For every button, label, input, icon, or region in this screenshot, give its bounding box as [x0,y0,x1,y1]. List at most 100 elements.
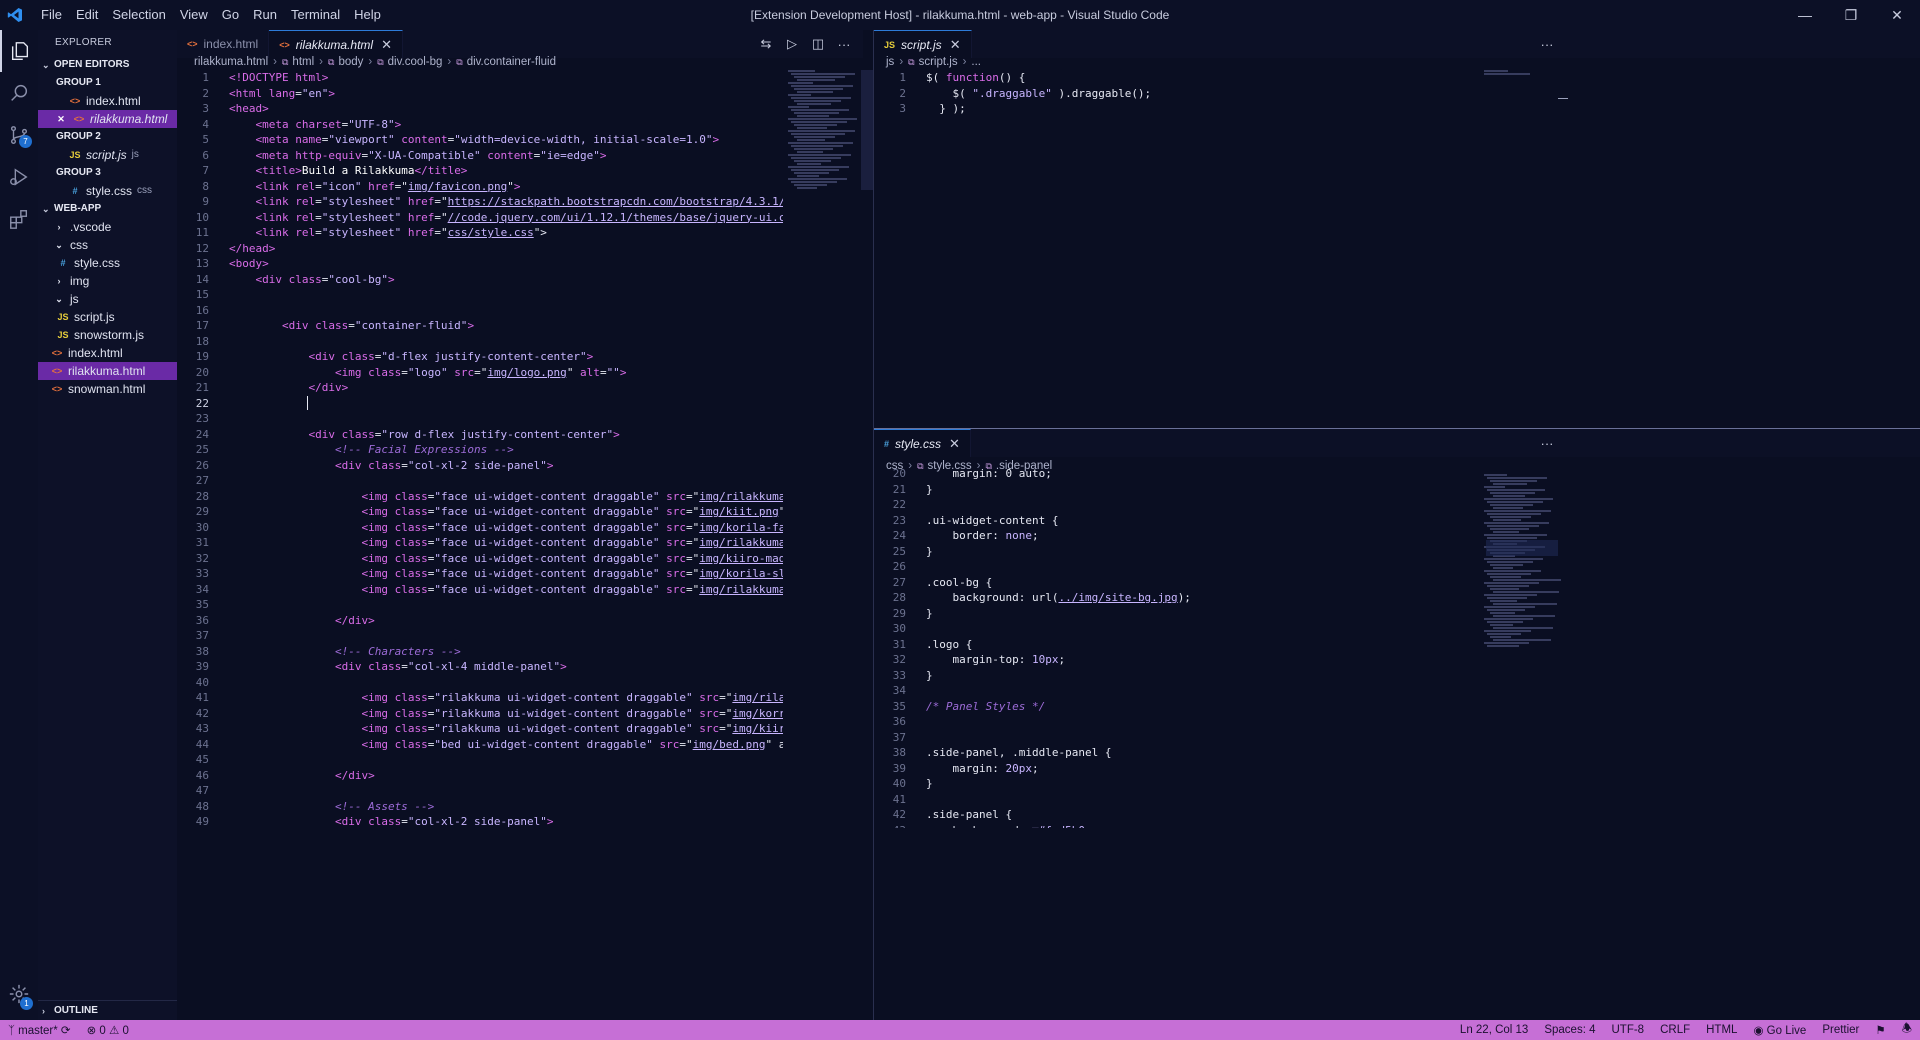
code-token: "bed ui-widget-content draggable" [434,737,653,751]
breadcrumb-item[interactable]: ⧉ div.container-fluid [456,53,556,71]
workspace-label: WEB-APP [54,203,102,214]
eol-status[interactable]: CRLF [1652,1024,1698,1036]
more-actions-icon[interactable]: ··· [1534,37,1560,52]
tree-item-index-html[interactable]: <> index.html [38,344,177,362]
breadcrumb-item[interactable]: js [886,53,894,71]
source-control-icon[interactable]: 7 [0,114,38,156]
menu-selection[interactable]: Selection [105,0,172,30]
minimap[interactable] [788,70,862,200]
line-number: 38 [195,644,209,658]
code-token: "" [606,365,620,379]
explorer-icon[interactable] [0,30,38,72]
feedback-icon[interactable]: ⚑ [1867,1023,1893,1037]
minimap-line [794,76,845,78]
search-icon[interactable] [0,72,38,114]
tree-item--vscode[interactable]: › .vscode [38,218,177,236]
go-live-button[interactable]: ◉ Go Live [1745,1023,1814,1037]
tree-item-img[interactable]: › img [38,272,177,290]
tree-item-snowman-html[interactable]: <> snowman.html [38,380,177,398]
js-editor[interactable]: 1 $( function() {2 $( ".draggable" ).drag… [874,70,1554,410]
code-line: 3 <head> [177,101,783,117]
chevron-down-icon: ⌄ [42,204,50,214]
tree-item-style-css[interactable]: # style.css [38,254,177,272]
minimap-line [1484,606,1535,608]
close-icon[interactable]: ✕ [54,110,68,128]
manage-gear-icon[interactable]: 1 [0,976,38,1012]
extensions-icon[interactable] [0,198,38,240]
split-editor-icon[interactable]: ◫ [805,36,831,52]
tree-item-rilakkuma-html[interactable]: <> rilakkuma.html [38,362,177,380]
open-editor-item[interactable]: # style.css css [38,182,177,200]
html-editor[interactable]: 1 <!DOCTYPE html> 2 <html lang="en"> 3 <head>… [177,70,783,1020]
tree-item-script-js[interactable]: JS script.js [38,308,177,326]
tab-style-css[interactable]: # style.css ✕ [874,429,971,457]
problems-status[interactable]: ⊗ 0 ⚠ 0 [79,1023,137,1037]
outline-section[interactable]: › OUTLINE [38,1000,177,1020]
indentation-status[interactable]: Spaces: 4 [1536,1024,1603,1036]
close-window-button[interactable]: ✕ [1874,0,1920,30]
minimize-button[interactable]: — [1782,0,1828,30]
scrollbar-thumb[interactable] [861,70,873,190]
more-actions-icon[interactable]: ··· [831,37,857,52]
workspace-section[interactable]: ⌄ WEB-APP [38,200,177,218]
menu-bar: File Edit Selection View Go Run Terminal Help [34,0,388,30]
file-name: rilakkuma.html [90,112,168,126]
code-text: </div> [209,613,375,629]
tree-item-js[interactable]: ⌄ js [38,290,177,308]
encoding-status[interactable]: UTF-8 [1604,1024,1653,1036]
minimap-line [1487,561,1533,563]
breadcrumb-item[interactable]: ⧉ body [328,53,363,71]
notifications-icon[interactable]: 🕭 [1894,1021,1920,1040]
branch-status[interactable]: ᛉ master* ⟳ [0,1023,79,1037]
code-text: <body> [209,256,269,272]
css-editor[interactable]: 20 margin: 0 auto; 21} 22 23 .ui-widget-cont… [874,466,1474,828]
close-icon[interactable]: ✕ [949,436,960,452]
overview-ruler-mark [1558,98,1568,99]
run-debug-icon[interactable] [0,156,38,198]
code-line: 22 [874,497,1474,513]
cursor-position[interactable]: Ln 22, Col 13 [1452,1024,1536,1036]
line-number: 48 [195,799,209,813]
menu-go[interactable]: Go [215,0,246,30]
open-editor-item[interactable]: JS script.js js [38,146,177,164]
menu-edit[interactable]: Edit [69,0,105,30]
line-number: 27 [195,474,209,487]
breadcrumb-item[interactable]: ⧉ script.js [908,53,957,71]
language-mode[interactable]: HTML [1698,1024,1745,1036]
code-token: href [401,195,435,208]
minimap-slider[interactable] [1486,540,1558,556]
minimap-style[interactable] [1484,474,1561,654]
menu-terminal[interactable]: Terminal [284,0,347,30]
minimap-script[interactable] [1484,70,1554,78]
breadcrumb-item[interactable]: rilakkuma.html [194,53,268,71]
code-token: <link [229,210,296,224]
close-icon[interactable]: ✕ [381,37,392,53]
menu-file[interactable]: File [34,0,69,30]
line-number: 49 [195,815,209,828]
menu-run[interactable]: Run [246,0,284,30]
restore-button[interactable]: ❐ [1828,0,1874,30]
line-number: 32 [195,551,209,565]
code-token: $( [926,86,973,100]
open-editor-item[interactable]: ✕ <> rilakkuma.html [38,110,177,128]
tree-item-css[interactable]: ⌄ css [38,236,177,254]
close-icon[interactable]: ✕ [950,37,961,53]
code-line: 35 [177,597,783,613]
tree-item-snowstorm-js[interactable]: JS snowstorm.js [38,326,177,344]
open-changes-icon[interactable]: ⇆ [753,36,779,52]
code-line: 29 <img class="face ui-widget-content dr… [177,504,783,520]
open-editors-section[interactable]: ⌄ OPEN EDITORS [38,56,177,74]
line-number: 26 [195,458,209,472]
breadcrumb-item[interactable]: ⧉ html [282,53,314,71]
menu-view[interactable]: View [173,0,215,30]
run-icon[interactable]: ▷ [779,36,805,52]
open-editor-item[interactable]: <> index.html [38,92,177,110]
code-token: <img [229,536,395,549]
code-token: content [394,133,448,146]
menu-help[interactable]: Help [347,0,388,30]
code-text: <img class="face ui-widget-content dragg… [209,504,783,520]
breadcrumb-item[interactable]: ⧉ div.cool-bg [377,53,442,71]
breadcrumb-item[interactable]: ... [971,53,981,71]
prettier-status[interactable]: Prettier [1814,1024,1867,1036]
more-actions-icon[interactable]: ··· [1534,436,1560,451]
